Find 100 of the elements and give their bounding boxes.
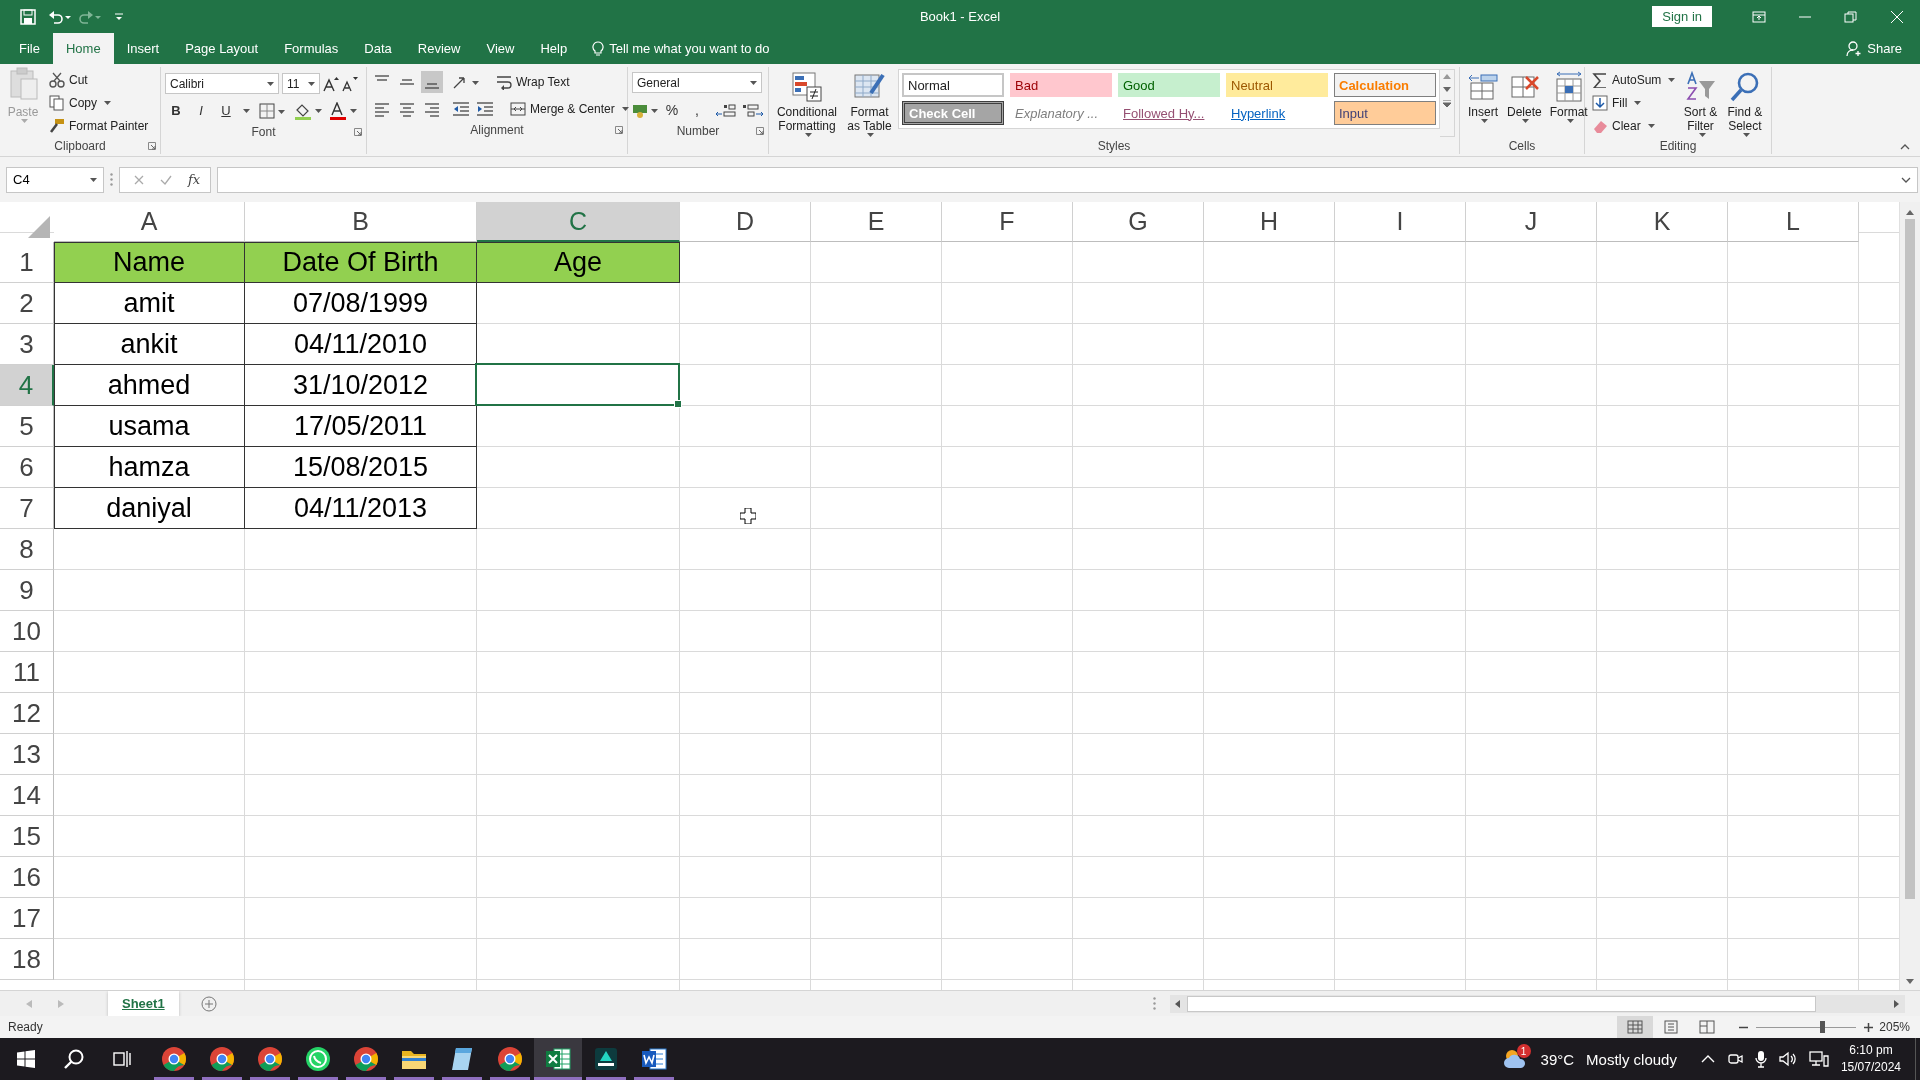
- italic-button[interactable]: I: [190, 99, 212, 122]
- column-header[interactable]: L: [1728, 202, 1859, 242]
- column-header[interactable]: C: [477, 202, 680, 242]
- zoom-in-icon[interactable]: [1864, 1022, 1874, 1032]
- format-button[interactable]: Format: [1546, 71, 1591, 137]
- dialog-launcher-icon[interactable]: [354, 128, 362, 136]
- add-sheet-icon[interactable]: [200, 995, 217, 1012]
- clear-button[interactable]: Clear: [1589, 115, 1679, 136]
- insert-function-button[interactable]: fx: [188, 172, 201, 187]
- ribbon-tab[interactable]: View: [473, 33, 528, 64]
- row-header[interactable]: 3: [0, 324, 54, 365]
- cell-style-option[interactable]: Normal: [902, 73, 1004, 97]
- row-header[interactable]: 7: [0, 488, 54, 529]
- sort-filter-button[interactable]: Sort & Filter: [1678, 71, 1723, 137]
- cell-style-option[interactable]: Bad: [1010, 73, 1112, 97]
- column-header[interactable]: E: [811, 202, 942, 242]
- cell-style-option[interactable]: Good: [1118, 73, 1220, 97]
- cell-style-option[interactable]: Followed Hy...: [1118, 101, 1220, 125]
- copy-button[interactable]: Copy: [46, 92, 152, 113]
- check-icon[interactable]: [160, 174, 172, 185]
- ribbon-tab[interactable]: Insert: [113, 33, 173, 64]
- font-color-icon[interactable]: [329, 101, 357, 120]
- cell-style-option[interactable]: Neutral: [1226, 73, 1328, 97]
- column-header[interactable]: H: [1204, 202, 1335, 242]
- name-box[interactable]: C4: [6, 166, 104, 193]
- right-align-icon[interactable]: [424, 100, 440, 117]
- increase-indent-icon[interactable]: [476, 100, 494, 117]
- center-align-icon[interactable]: [399, 100, 415, 117]
- row-header[interactable]: 18: [0, 939, 54, 980]
- decrease-decimal-icon[interactable]: [742, 101, 764, 118]
- ribbon-tab[interactable]: File: [6, 33, 53, 64]
- column-header[interactable]: B: [245, 202, 477, 242]
- delete-button[interactable]: Delete: [1504, 71, 1545, 137]
- cell-style-option[interactable]: Hyperlink: [1226, 101, 1328, 125]
- formula-input[interactable]: [217, 166, 1918, 193]
- merge-center-button[interactable]: Merge & Center: [507, 98, 632, 119]
- fill-button[interactable]: Fill: [1589, 92, 1679, 113]
- increase-font-icon[interactable]: [323, 75, 339, 92]
- bold-button[interactable]: B: [165, 99, 187, 122]
- ribbon-tab[interactable]: Home: [52, 33, 114, 64]
- customize-icon[interactable]: [114, 11, 124, 22]
- scroll-right-icon[interactable]: [1894, 999, 1899, 1008]
- row-header[interactable]: 4: [0, 365, 54, 406]
- decrease-indent-icon[interactable]: [452, 100, 470, 117]
- borders-icon[interactable]: [259, 102, 285, 119]
- chevron-up-icon[interactable]: [1700, 1055, 1715, 1063]
- ribbon-tab[interactable]: Data: [351, 33, 405, 64]
- scroll-down-icon[interactable]: [1906, 979, 1914, 984]
- insert-button[interactable]: Insert: [1464, 71, 1502, 137]
- bottom-align-button[interactable]: [421, 70, 443, 93]
- row-header[interactable]: 2: [0, 283, 54, 324]
- column-header[interactable]: A: [54, 202, 245, 242]
- font-size-field[interactable]: 11: [282, 73, 320, 94]
- row-header[interactable]: 12: [0, 693, 54, 734]
- taskbar-app[interactable]: [534, 1038, 582, 1080]
- number-format-field[interactable]: General: [632, 72, 762, 93]
- column-header[interactable]: I: [1335, 202, 1466, 242]
- redo-icon[interactable]: [78, 8, 102, 25]
- dialog-launcher-icon[interactable]: [148, 142, 156, 150]
- sheet-tab[interactable]: Sheet1: [108, 991, 179, 1016]
- conditional-formatting-button[interactable]: Conditional Formatting: [773, 71, 841, 137]
- horizontal-scrollbar[interactable]: [1170, 994, 1905, 1013]
- cell-style-option[interactable]: Input: [1334, 101, 1436, 125]
- tell-me-field[interactable]: Tell me what you want to do: [609, 41, 770, 56]
- row-header[interactable]: 11: [0, 652, 54, 693]
- ribbon-tab[interactable]: Formulas: [271, 33, 352, 64]
- column-header[interactable]: D: [680, 202, 811, 242]
- normal-view-button[interactable]: [1617, 1016, 1654, 1038]
- format-painter-button[interactable]: Format Painter: [46, 115, 152, 136]
- find-select-button[interactable]: Find & Select: [1722, 71, 1767, 137]
- ribbon-tab[interactable]: Page Layout: [172, 33, 272, 64]
- decrease-font-icon[interactable]: [342, 75, 358, 92]
- row-header[interactable]: 13: [0, 734, 54, 775]
- percent-button[interactable]: %: [661, 98, 683, 121]
- row-header[interactable]: 6: [0, 447, 54, 488]
- row-header[interactable]: 10: [0, 611, 54, 652]
- ribbon-tab[interactable]: Review: [404, 33, 474, 64]
- cut-button[interactable]: Cut: [46, 69, 152, 90]
- increase-decimal-icon[interactable]: [715, 101, 737, 118]
- autosum-button[interactable]: AutoSum: [1589, 69, 1679, 90]
- row-header[interactable]: 8: [0, 529, 54, 570]
- left-align-icon[interactable]: [374, 100, 390, 117]
- row-header[interactable]: 9: [0, 570, 54, 611]
- zoom-thumb[interactable]: [1820, 1021, 1826, 1033]
- row-header[interactable]: 5: [0, 406, 54, 447]
- collapse-ribbon-icon[interactable]: [1900, 144, 1910, 150]
- restore-icon[interactable]: [1844, 10, 1858, 23]
- wrap-text-button[interactable]: Wrap Text: [493, 71, 573, 92]
- column-header[interactable]: K: [1597, 202, 1728, 242]
- comma-style-button[interactable]: ,: [686, 98, 708, 121]
- zoom-level[interactable]: 205%: [1879, 1020, 1910, 1034]
- row-header[interactable]: 16: [0, 857, 54, 898]
- ribbon-tab[interactable]: Help: [527, 33, 581, 64]
- scroll-up-icon[interactable]: [1906, 210, 1914, 215]
- dialog-launcher-icon[interactable]: [756, 127, 764, 135]
- underline-button[interactable]: U: [215, 99, 237, 122]
- network-icon[interactable]: [1808, 1051, 1829, 1067]
- microphone-icon[interactable]: [1754, 1050, 1767, 1068]
- scroll-left-icon[interactable]: [1175, 999, 1180, 1008]
- vertical-scrollbar[interactable]: [1899, 202, 1920, 990]
